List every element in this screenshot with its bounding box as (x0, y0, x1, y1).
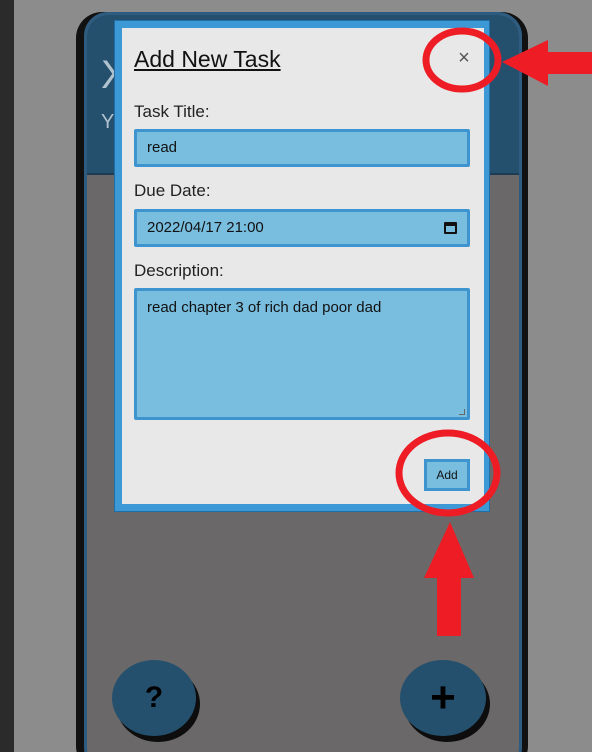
help-button[interactable]: ? (112, 660, 196, 736)
description-textarea[interactable]: read chapter 3 of rich dad poor dad (134, 288, 470, 420)
window-edge (0, 0, 14, 752)
help-button-label: ? (144, 681, 164, 714)
plus-icon: + (430, 673, 456, 722)
close-button[interactable]: × (454, 48, 474, 68)
task-title-input[interactable]: read (134, 129, 470, 167)
task-title-label: Task Title: (134, 102, 210, 121)
description-value: read chapter 3 of rich dad poor dad (147, 299, 382, 316)
modal-title: Add New Task (134, 46, 281, 72)
add-task-modal: Add New Task × Task Title: read Due Date… (122, 28, 484, 504)
add-task-button[interactable]: Add (424, 459, 470, 491)
add-task-fab[interactable]: + (400, 660, 486, 736)
description-label: Description: (134, 261, 224, 280)
calendar-icon[interactable] (444, 222, 457, 234)
resize-handle-icon[interactable] (459, 409, 465, 415)
due-date-label: Due Date: (134, 181, 211, 200)
due-date-value: 2022/04/17 21:00 (147, 219, 264, 236)
due-date-input[interactable]: 2022/04/17 21:00 (134, 209, 470, 247)
app-header-subtitle: Y (101, 111, 115, 133)
